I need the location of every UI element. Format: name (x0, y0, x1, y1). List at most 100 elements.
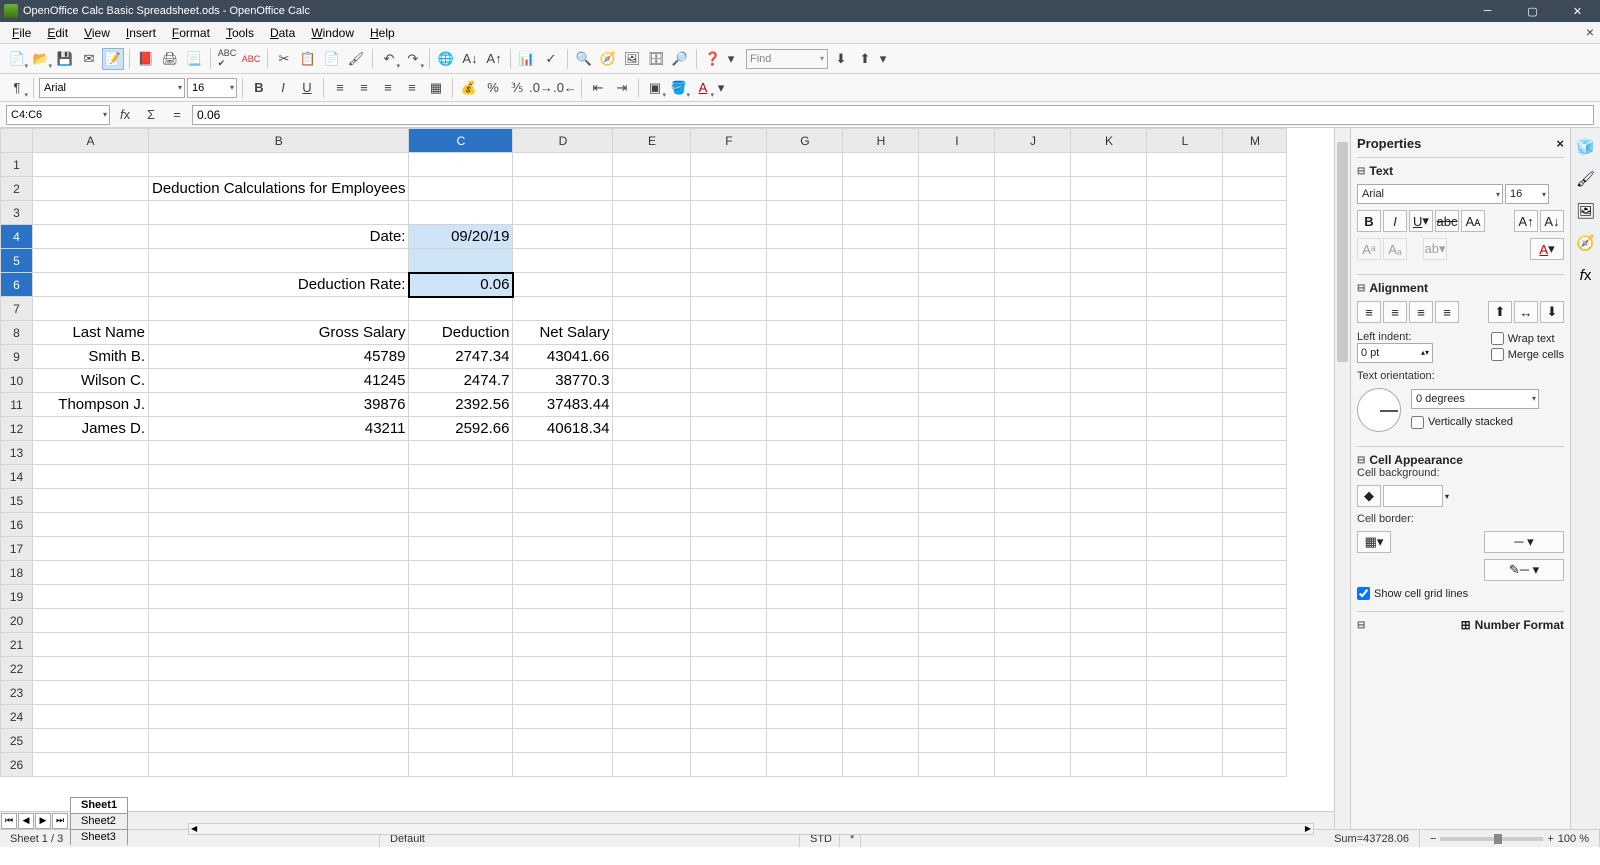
cell-B7[interactable] (149, 297, 409, 321)
cell-C14[interactable] (409, 465, 513, 489)
cell-G2[interactable] (767, 177, 843, 201)
cell-C22[interactable] (409, 657, 513, 681)
edit-mode-button[interactable]: 📝 (102, 48, 124, 70)
cell-F4[interactable] (691, 225, 767, 249)
cell-L5[interactable] (1147, 249, 1223, 273)
cell-H13[interactable] (843, 441, 919, 465)
cell-H23[interactable] (843, 681, 919, 705)
cell-M21[interactable] (1223, 633, 1287, 657)
export-pdf-button[interactable]: 📕 (135, 48, 157, 70)
cell-I22[interactable] (919, 657, 995, 681)
panel-highlight-button[interactable]: ab▾ (1423, 238, 1447, 260)
cell-G20[interactable] (767, 609, 843, 633)
col-header-M[interactable]: M (1223, 129, 1287, 153)
col-header-F[interactable]: F (691, 129, 767, 153)
cell-A14[interactable] (33, 465, 149, 489)
cell-E3[interactable] (613, 201, 691, 225)
merge-cells-checkbox[interactable]: Merge cells (1491, 348, 1564, 361)
cell-B17[interactable] (149, 537, 409, 561)
cell-D26[interactable] (513, 753, 613, 777)
cell-K12[interactable] (1071, 417, 1147, 441)
cell-L6[interactable] (1147, 273, 1223, 297)
cell-F6[interactable] (691, 273, 767, 297)
cell-I25[interactable] (919, 729, 995, 753)
row-header-14[interactable]: 14 (1, 465, 33, 489)
border-preset-button[interactable]: ▦▾ (1357, 531, 1391, 553)
cell-A26[interactable] (33, 753, 149, 777)
cell-K17[interactable] (1071, 537, 1147, 561)
panel-strike-button[interactable]: abc (1435, 210, 1459, 232)
format-paintbrush-button[interactable]: 🖌 (345, 48, 367, 70)
cell-E4[interactable] (613, 225, 691, 249)
cell-C26[interactable] (409, 753, 513, 777)
cell-I4[interactable] (919, 225, 995, 249)
cell-M13[interactable] (1223, 441, 1287, 465)
cell-D11[interactable]: 37483.44 (513, 393, 613, 417)
cell-K21[interactable] (1071, 633, 1147, 657)
cell-I1[interactable] (919, 153, 995, 177)
cell-H11[interactable] (843, 393, 919, 417)
styles-button[interactable]: ¶ (6, 77, 28, 99)
sheet-tab-sheet3[interactable]: Sheet3 (70, 829, 128, 845)
cell-F9[interactable] (691, 345, 767, 369)
cell-J13[interactable] (995, 441, 1071, 465)
cell-K20[interactable] (1071, 609, 1147, 633)
row-header-21[interactable]: 21 (1, 633, 33, 657)
navigator-button[interactable]: 🧭 (597, 48, 619, 70)
cell-J8[interactable] (995, 321, 1071, 345)
menu-edit[interactable]: Edit (39, 24, 76, 42)
formula-input[interactable]: 0.06 (192, 105, 1594, 125)
cell-F20[interactable] (691, 609, 767, 633)
border-color-combo[interactable]: ✎─ ▾ (1484, 559, 1564, 581)
cell-E16[interactable] (613, 513, 691, 537)
cell-D15[interactable] (513, 489, 613, 513)
panel-font-size-combo[interactable]: 16▾ (1505, 184, 1549, 204)
cell-D13[interactable] (513, 441, 613, 465)
cell-L24[interactable] (1147, 705, 1223, 729)
cell-L10[interactable] (1147, 369, 1223, 393)
cell-G26[interactable] (767, 753, 843, 777)
menu-file[interactable]: File (4, 24, 39, 42)
hyperlink-button[interactable]: 🌐 (435, 48, 457, 70)
cell-G3[interactable] (767, 201, 843, 225)
panel-shrink-font-button[interactable]: A↓ (1540, 210, 1564, 232)
cell-J16[interactable] (995, 513, 1071, 537)
cell-F15[interactable] (691, 489, 767, 513)
cell-G23[interactable] (767, 681, 843, 705)
cell-M19[interactable] (1223, 585, 1287, 609)
cell-I3[interactable] (919, 201, 995, 225)
cell-J21[interactable] (995, 633, 1071, 657)
row-header-3[interactable]: 3 (1, 201, 33, 225)
cell-I16[interactable] (919, 513, 995, 537)
cell-F3[interactable] (691, 201, 767, 225)
cell-F7[interactable] (691, 297, 767, 321)
cell-L12[interactable] (1147, 417, 1223, 441)
navigator-tab-icon[interactable]: 🧭 (1575, 232, 1597, 254)
cell-L4[interactable] (1147, 225, 1223, 249)
panel-grow-font-button[interactable]: A↑ (1514, 210, 1538, 232)
zoom-button[interactable]: 🔎 (669, 48, 691, 70)
cell-L2[interactable] (1147, 177, 1223, 201)
standard-format-button[interactable]: ⅗ (506, 77, 528, 99)
cell-C2[interactable] (409, 177, 513, 201)
cell-J24[interactable] (995, 705, 1071, 729)
zoom-control[interactable]: − + 100 % (1420, 830, 1600, 847)
redo-button[interactable]: ↷ (402, 48, 424, 70)
cell-I15[interactable] (919, 489, 995, 513)
cell-M16[interactable] (1223, 513, 1287, 537)
cell-J9[interactable] (995, 345, 1071, 369)
cell-I26[interactable] (919, 753, 995, 777)
cell-D20[interactable] (513, 609, 613, 633)
cell-L11[interactable] (1147, 393, 1223, 417)
cell-F5[interactable] (691, 249, 767, 273)
cell-K24[interactable] (1071, 705, 1147, 729)
cell-J14[interactable] (995, 465, 1071, 489)
bg-color-button[interactable]: 🪣 (668, 77, 690, 99)
cell-appearance-section-header[interactable]: Cell Appearance (1357, 453, 1564, 467)
font-color-button[interactable]: A (692, 77, 714, 99)
cell-F2[interactable] (691, 177, 767, 201)
cell-L7[interactable] (1147, 297, 1223, 321)
cell-C12[interactable]: 2592.66 (409, 417, 513, 441)
email-button[interactable]: ✉ (78, 48, 100, 70)
cell-M5[interactable] (1223, 249, 1287, 273)
